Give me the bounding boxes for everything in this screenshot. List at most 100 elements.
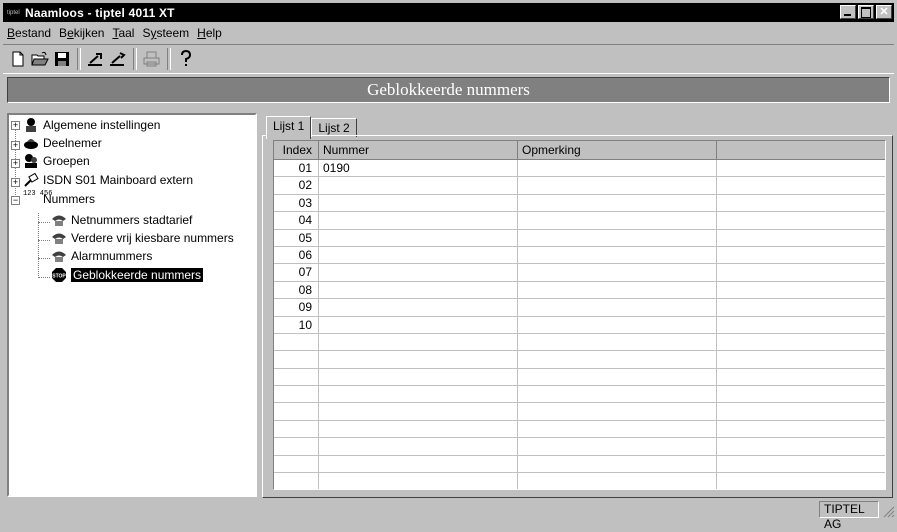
tree-item-verdere-vrij-kiesbare[interactable]: Verdere vrij kiesbare nummers bbox=[51, 229, 234, 247]
title-bar[interactable]: tiptel Naamloos - tiptel 4011 XT ✕ bbox=[3, 3, 894, 22]
collapse-toggle[interactable]: − bbox=[11, 196, 20, 205]
cell-opmerking[interactable] bbox=[518, 246, 717, 265]
empty-cell bbox=[518, 403, 717, 421]
cell-opmerking[interactable] bbox=[518, 160, 717, 178]
empty-row[interactable] bbox=[274, 420, 885, 439]
upload-icon[interactable] bbox=[85, 48, 107, 70]
empty-row[interactable] bbox=[274, 368, 885, 387]
empty-cell bbox=[274, 368, 319, 387]
tree-item-deelnemer[interactable]: Deelnemer bbox=[23, 134, 102, 152]
resize-grip-icon[interactable] bbox=[883, 506, 895, 518]
cell-extra bbox=[717, 212, 885, 230]
minimize-button[interactable] bbox=[840, 5, 856, 19]
empty-row[interactable] bbox=[274, 386, 885, 404]
numbers-icon: 123 456 bbox=[23, 190, 53, 198]
cell-extra bbox=[717, 177, 885, 195]
tab-lijst-1[interactable]: Lijst 1 bbox=[266, 116, 312, 139]
cell-index[interactable]: 04 bbox=[274, 212, 319, 230]
stop-sign-icon: STOP bbox=[51, 267, 67, 283]
open-folder-icon[interactable] bbox=[29, 48, 51, 70]
cell-index[interactable]: 10 bbox=[274, 316, 319, 334]
cell-opmerking[interactable] bbox=[518, 316, 717, 334]
cell-extra bbox=[717, 317, 885, 334]
tree-item-isdn-s01[interactable]: ISDN S01 Mainboard extern bbox=[23, 171, 193, 189]
cell-opmerking[interactable] bbox=[518, 264, 717, 282]
tree-item-nummers[interactable]: 123 456 Nummers bbox=[23, 190, 95, 208]
tree-item-geblokkeerde-nummers[interactable]: STOP Geblokkeerde nummers bbox=[51, 266, 205, 284]
cell-opmerking[interactable] bbox=[518, 281, 717, 300]
tree-item-alarmnummers[interactable]: Alarmnummers bbox=[51, 247, 152, 265]
cell-opmerking[interactable] bbox=[518, 229, 717, 247]
table-row[interactable]: 08 bbox=[274, 281, 885, 300]
tree-item-netnummers-stadtarief[interactable]: Netnummers stadtarief bbox=[51, 211, 192, 229]
close-button[interactable]: ✕ bbox=[876, 5, 892, 19]
print-icon[interactable] bbox=[141, 48, 163, 70]
empty-row[interactable] bbox=[274, 351, 885, 369]
cell-nummer[interactable]: 0190 bbox=[319, 160, 518, 178]
cell-nummer[interactable] bbox=[319, 281, 518, 300]
expand-toggle[interactable]: + bbox=[11, 141, 20, 150]
page-title: Geblokkeerde nummers bbox=[7, 77, 890, 103]
table-row[interactable]: 09 bbox=[274, 299, 885, 317]
cell-nummer[interactable] bbox=[319, 264, 518, 282]
table-row[interactable]: 03 bbox=[274, 194, 885, 213]
menu-bestand[interactable]: Bestand bbox=[3, 26, 55, 40]
cell-extra bbox=[717, 195, 885, 213]
empty-cell bbox=[518, 473, 717, 489]
menu-help[interactable]: Help bbox=[193, 26, 226, 40]
table-row[interactable]: 02 bbox=[274, 177, 885, 195]
cell-opmerking[interactable] bbox=[518, 177, 717, 195]
cell-nummer[interactable] bbox=[319, 316, 518, 334]
table-row[interactable]: 10 bbox=[274, 316, 885, 334]
cell-nummer[interactable] bbox=[319, 212, 518, 230]
expand-toggle[interactable]: + bbox=[11, 178, 20, 187]
tree-item-algemene-instellingen[interactable]: Algemene instellingen bbox=[23, 116, 160, 134]
column-header-opmerking[interactable]: Opmerking bbox=[518, 141, 717, 160]
table-row[interactable]: 05 bbox=[274, 229, 885, 247]
download-icon[interactable] bbox=[107, 48, 129, 70]
expand-toggle[interactable]: + bbox=[11, 159, 20, 168]
empty-row[interactable] bbox=[274, 438, 885, 456]
empty-row[interactable] bbox=[274, 455, 885, 474]
new-file-icon[interactable] bbox=[7, 48, 29, 70]
cell-nummer[interactable] bbox=[319, 246, 518, 265]
cell-index[interactable]: 02 bbox=[274, 177, 319, 195]
empty-cell bbox=[518, 386, 717, 404]
cell-nummer[interactable] bbox=[319, 299, 518, 317]
table-row[interactable]: 01 0190 bbox=[274, 160, 885, 178]
save-icon[interactable] bbox=[51, 48, 73, 70]
cell-opmerking[interactable] bbox=[518, 212, 717, 230]
help-icon[interactable] bbox=[175, 48, 197, 70]
empty-row[interactable] bbox=[274, 403, 885, 421]
cell-opmerking[interactable] bbox=[518, 299, 717, 317]
empty-row[interactable] bbox=[274, 333, 885, 352]
cell-nummer[interactable] bbox=[319, 194, 518, 213]
menu-taal[interactable]: Taal bbox=[108, 26, 138, 40]
status-bar: TIPTEL AG bbox=[0, 500, 897, 531]
cell-index[interactable]: 01 bbox=[274, 160, 319, 178]
menu-systeem[interactable]: Systeem bbox=[138, 26, 193, 40]
numbers-grid[interactable]: Index Nummer Opmerking 01 0190 02 03 04 05 06 0… bbox=[273, 140, 886, 490]
cell-index[interactable]: 09 bbox=[274, 299, 319, 317]
cell-index[interactable]: 03 bbox=[274, 194, 319, 213]
column-header-nummer[interactable]: Nummer bbox=[319, 141, 518, 160]
empty-row[interactable] bbox=[274, 473, 885, 489]
cell-nummer[interactable] bbox=[319, 177, 518, 195]
expand-toggle[interactable]: + bbox=[11, 121, 20, 130]
cell-index[interactable]: 05 bbox=[274, 229, 319, 247]
cell-opmerking[interactable] bbox=[518, 194, 717, 213]
column-header-index[interactable]: Index bbox=[274, 141, 319, 160]
menu-bekijken[interactable]: Bekijken bbox=[55, 26, 108, 40]
cell-index[interactable]: 06 bbox=[274, 246, 319, 265]
empty-cell bbox=[518, 455, 717, 474]
tree-item-groepen[interactable]: Groepen bbox=[23, 152, 90, 170]
table-row[interactable]: 04 bbox=[274, 212, 885, 230]
table-row[interactable]: 07 bbox=[274, 264, 885, 282]
empty-cell bbox=[717, 369, 885, 387]
cell-nummer[interactable] bbox=[319, 229, 518, 247]
cell-index[interactable]: 07 bbox=[274, 264, 319, 282]
table-row[interactable]: 06 bbox=[274, 246, 885, 265]
maximize-button[interactable] bbox=[858, 5, 874, 19]
cell-index[interactable]: 08 bbox=[274, 281, 319, 300]
phone-hand-icon bbox=[51, 248, 67, 264]
